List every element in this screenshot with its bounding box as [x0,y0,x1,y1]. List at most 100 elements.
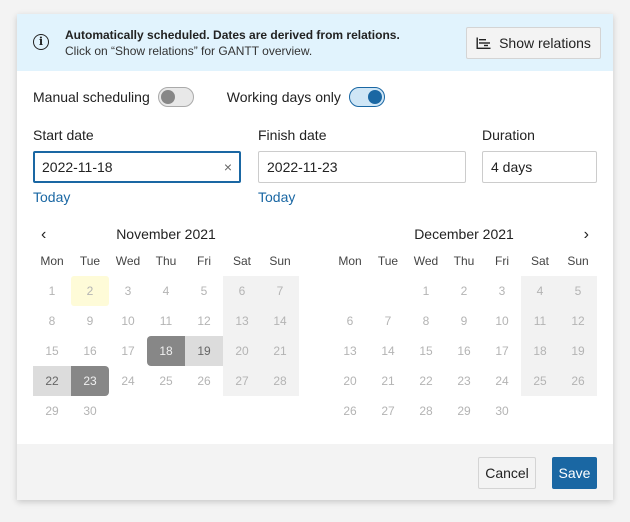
start-date-today-link[interactable]: Today [33,189,70,205]
day-cell[interactable]: 23 [71,366,109,396]
day-cell[interactable]: 1 [33,276,71,306]
day-cell[interactable]: 15 [33,336,71,366]
clear-icon[interactable]: × [224,159,232,175]
day-cell[interactable]: 8 [33,306,71,336]
day-cell[interactable]: 18 [147,336,185,366]
day-cell[interactable]: 6 [223,276,261,306]
chevron-right-icon[interactable]: › [584,226,589,244]
day-cell[interactable]: 14 [261,306,299,336]
day-cell[interactable]: 3 [109,276,147,306]
day-cell[interactable]: 19 [185,336,223,366]
day-cell[interactable]: 29 [445,396,483,426]
start-date-input[interactable]: 2022-11-18 × [33,151,241,183]
day-cell[interactable]: 17 [483,336,521,366]
day-cell[interactable]: 15 [407,336,445,366]
day-cell[interactable]: 21 [261,336,299,366]
day-cell[interactable]: 10 [109,306,147,336]
day-cell[interactable]: 24 [109,366,147,396]
day-cell[interactable]: 16 [445,336,483,366]
day-cell[interactable]: 14 [369,336,407,366]
day-cell[interactable]: 10 [483,306,521,336]
day-cell[interactable]: 25 [521,366,559,396]
day-cell[interactable]: 9 [71,306,109,336]
day-cell[interactable]: 2 [445,276,483,306]
day-cell[interactable]: 30 [483,396,521,426]
day-cell[interactable]: 8 [407,306,445,336]
day-cell[interactable]: 19 [559,336,597,366]
day-cell[interactable]: 26 [559,366,597,396]
day-cell[interactable]: 22 [407,366,445,396]
day-cell[interactable]: 5 [185,276,223,306]
day-cell[interactable]: 7 [369,306,407,336]
day-cell[interactable]: 1 [407,276,445,306]
day-cell[interactable]: 20 [331,366,369,396]
weekday: Sat [530,254,549,268]
day-cell[interactable]: 5 [559,276,597,306]
info-icon: i [33,34,49,50]
day-cell[interactable]: 4 [521,276,559,306]
weekday: Mon [338,254,362,268]
start-date-label: Start date [33,127,94,143]
day-cell[interactable]: 26 [185,366,223,396]
info-banner: i Automatically scheduled. Dates are der… [17,14,613,71]
manual-scheduling-toggle[interactable] [157,87,194,107]
day-cell[interactable]: 25 [147,366,185,396]
manual-scheduling-label: Manual scheduling [33,89,150,105]
banner-title: Automatically scheduled. Dates are deriv… [65,28,400,42]
day-cell[interactable]: 12 [559,306,597,336]
day-cell[interactable]: 24 [483,366,521,396]
day-cell[interactable]: 27 [223,366,261,396]
duration-value: 4 days [491,159,533,175]
day-cell[interactable]: 30 [71,396,109,426]
working-days-only-label: Working days only [226,89,341,105]
day-cell[interactable]: 26 [331,396,369,426]
day-cell[interactable]: 6 [331,306,369,336]
day-cell[interactable]: 16 [71,336,109,366]
day-cell[interactable]: 18 [521,336,559,366]
toggle-row: Manual scheduling Working days only [33,87,385,107]
toggle-knob [367,90,382,104]
duration-input[interactable]: 4 days [482,151,597,183]
day-cell[interactable]: 28 [407,396,445,426]
day-cell[interactable]: 13 [223,306,261,336]
day-cell[interactable]: 29 [33,396,71,426]
weekday: Mon [40,254,64,268]
day-cell[interactable]: 28 [261,366,299,396]
day-cell[interactable]: 20 [223,336,261,366]
modal-footer: Cancel Save [17,444,613,500]
day-cell[interactable]: 12 [185,306,223,336]
finish-date-value: 2022-11-23 [267,159,338,175]
finish-date-today-link[interactable]: Today [258,189,295,205]
weekday: Sun [567,254,589,268]
duration-label: Duration [482,127,535,143]
day-cell[interactable]: 11 [147,306,185,336]
toggle-knob [160,90,175,104]
weekday: Fri [197,254,211,268]
day-cell[interactable]: 13 [331,336,369,366]
month-label: December 2021 [414,226,514,242]
weekday: Sat [232,254,251,268]
working-days-only-toggle[interactable] [348,87,385,107]
day-cell[interactable]: 23 [445,366,483,396]
calendar-november: ‹ November 2021 Mon Tue Wed Thu Fri Sat … [33,226,299,426]
save-button[interactable]: Save [552,457,597,489]
finish-date-input[interactable]: 2022-11-23 [258,151,466,183]
day-cell[interactable]: 17 [109,336,147,366]
banner-subtitle: Click on “Show relations” for GANTT over… [65,44,313,58]
day-grid: 1 2 3 4 5 6 7 8 9 10 11 12 13 14 15 16 17 18 19 20 21 22 23 24 2… [331,276,597,426]
day-cell[interactable]: 22 [33,366,71,396]
day-cell[interactable]: 3 [483,276,521,306]
day-cell[interactable]: 2 [71,276,109,306]
month-label: November 2021 [116,226,216,242]
day-cell[interactable]: 11 [521,306,559,336]
show-relations-button[interactable]: Show relations [466,27,601,59]
day-cell[interactable]: 21 [369,366,407,396]
chevron-left-icon[interactable]: ‹ [41,226,46,244]
weekday: Fri [495,254,509,268]
day-cell[interactable]: 7 [261,276,299,306]
weekday: Wed [413,254,439,268]
cancel-button[interactable]: Cancel [478,457,536,489]
day-cell[interactable]: 9 [445,306,483,336]
day-cell[interactable]: 27 [369,396,407,426]
day-cell[interactable]: 4 [147,276,185,306]
